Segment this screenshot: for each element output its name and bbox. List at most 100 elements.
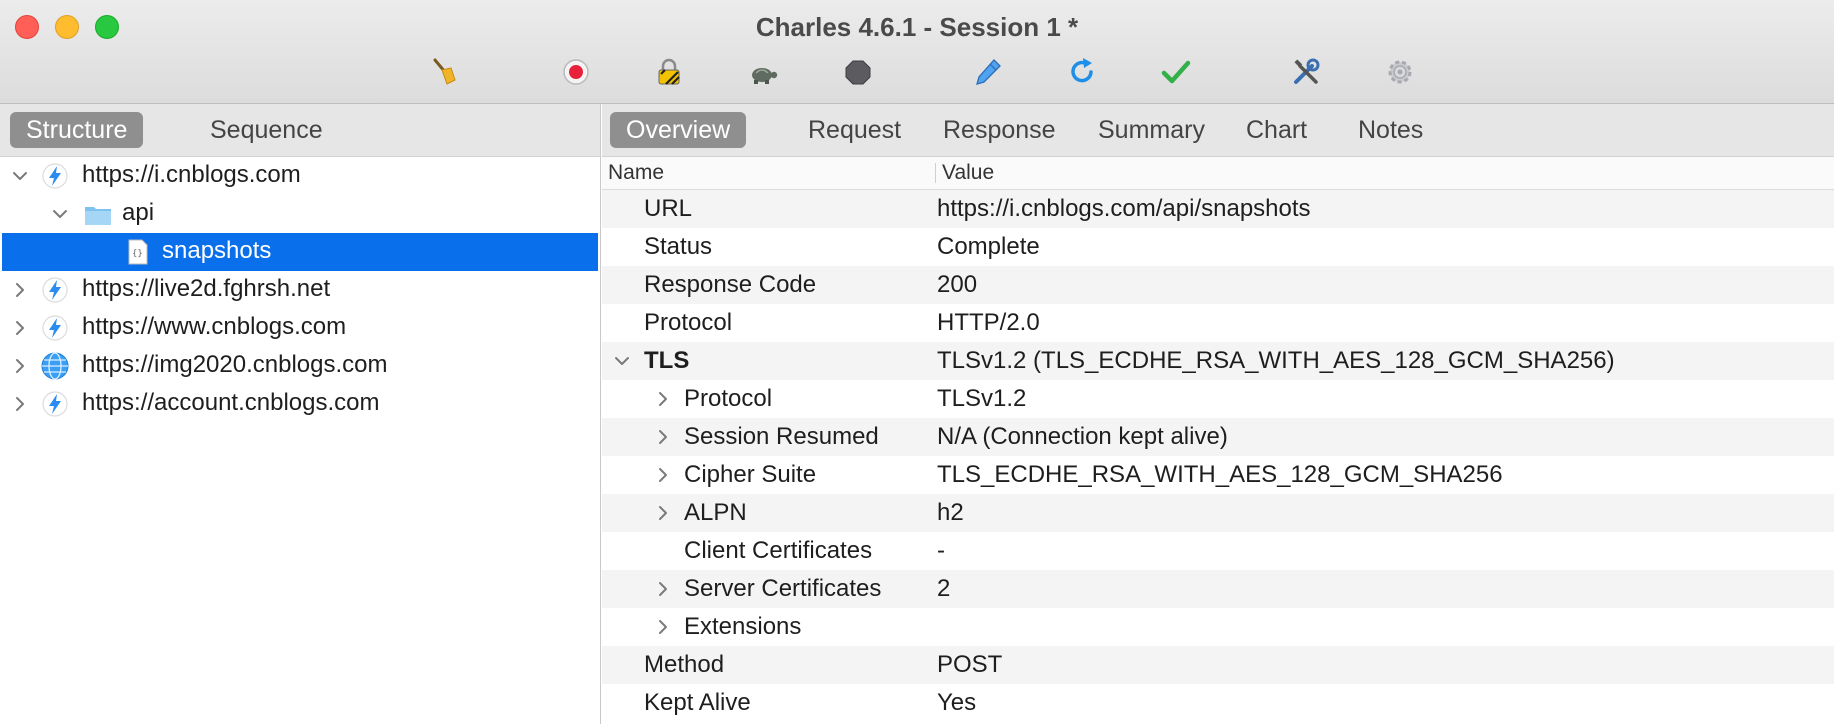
table-row[interactable]: Protocol HTTP/2.0 — [602, 304, 1834, 342]
tools-icon[interactable] — [1290, 56, 1322, 88]
tree-node-label: https://account.cnblogs.com — [82, 389, 380, 416]
row-name: TLS — [644, 347, 690, 374]
tree-node-label: https://i.cnblogs.com — [82, 161, 301, 188]
table-row[interactable]: Status Complete — [602, 228, 1834, 266]
overview-panel: Overview Request Response Summary Chart … — [602, 104, 1834, 724]
row-name: Extensions — [684, 613, 802, 640]
tab-overview[interactable]: Overview — [610, 112, 747, 148]
repeat-icon[interactable] — [1066, 56, 1098, 88]
globe-icon — [41, 352, 69, 380]
turtle-throttle-icon[interactable] — [747, 56, 779, 88]
row-value: TLSv1.2 — [937, 385, 1027, 412]
row-value: https://i.cnblogs.com/api/snapshots — [937, 195, 1311, 222]
lightning-icon — [41, 390, 69, 418]
folder-icon — [84, 200, 112, 228]
tree-node[interactable]: api — [0, 195, 598, 233]
table-row[interactable]: Session Resumed N/A (Connection kept ali… — [602, 418, 1834, 456]
right-tab-bar: Overview Request Response Summary Chart … — [602, 104, 1834, 157]
tree-node[interactable]: https://live2d.fghrsh.net — [0, 271, 598, 309]
table-row[interactable]: Extensions — [602, 608, 1834, 646]
table-row[interactable]: TLS TLSv1.2 (TLS_ECDHE_RSA_WITH_AES_128_… — [602, 342, 1834, 380]
tree-node-label: https://img2020.cnblogs.com — [82, 351, 388, 378]
row-name: Protocol — [644, 309, 733, 336]
table-row[interactable]: Protocol TLSv1.2 — [602, 380, 1834, 418]
chevron-right-icon[interactable] — [11, 357, 29, 375]
left-tab-bar: Structure Sequence — [0, 104, 600, 157]
table-row[interactable]: Response Code 200 — [602, 266, 1834, 304]
chevron-right-icon[interactable] — [654, 390, 672, 408]
row-name: Response Code — [644, 271, 817, 298]
tree-node-label: api — [122, 199, 155, 226]
broom-icon[interactable] — [429, 56, 461, 88]
chevron-right-icon[interactable] — [654, 580, 672, 598]
row-value: - — [937, 537, 945, 564]
window-title: Charles 4.6.1 - Session 1 * — [755, 12, 1079, 42]
column-divider[interactable] — [935, 163, 936, 183]
row-value: 200 — [937, 271, 978, 298]
tree-node-selected[interactable]: {} snapshots — [2, 233, 598, 271]
lightning-icon — [41, 162, 69, 190]
table-row[interactable]: Client Certificates - — [602, 532, 1834, 570]
column-name-header[interactable]: Name — [608, 161, 664, 185]
lightning-icon — [41, 314, 69, 342]
ssl-lock-icon[interactable] — [653, 56, 685, 88]
tree-node[interactable]: https://i.cnblogs.com — [0, 157, 598, 195]
chevron-right-icon[interactable] — [654, 466, 672, 484]
row-value: Yes — [937, 689, 977, 716]
chevron-right-icon[interactable] — [654, 428, 672, 446]
tree-node-label: snapshots — [162, 237, 272, 264]
row-name: URL — [644, 195, 693, 222]
structure-panel: Structure Sequence https://i.cnblogs.com — [0, 104, 601, 724]
tree-node[interactable]: https://img2020.cnblogs.com — [0, 347, 598, 385]
table-row[interactable]: Kept Alive Yes — [602, 684, 1834, 722]
row-name: Protocol — [684, 385, 773, 412]
row-value: h2 — [937, 499, 964, 526]
row-value: Complete — [937, 233, 1040, 260]
row-name: Kept Alive — [644, 689, 751, 716]
column-header: Name Value — [602, 157, 1834, 190]
settings-gear-icon[interactable] — [1384, 56, 1416, 88]
row-value: N/A (Connection kept alive) — [937, 423, 1228, 450]
row-name: Client Certificates — [684, 537, 873, 564]
column-value-header[interactable]: Value — [942, 161, 994, 185]
validate-check-icon[interactable] — [1160, 56, 1192, 88]
row-name: Session Resumed — [684, 423, 879, 450]
compose-pen-icon[interactable] — [972, 56, 1004, 88]
chevron-right-icon[interactable] — [11, 319, 29, 337]
row-name: Method — [644, 651, 725, 678]
json-file-icon: {} — [124, 238, 152, 266]
lightning-icon — [41, 276, 69, 304]
tab-sequence[interactable]: Sequence — [194, 112, 339, 148]
tab-summary[interactable]: Summary — [1082, 112, 1221, 148]
table-row[interactable]: Method POST — [602, 646, 1834, 684]
row-value: TLSv1.2 (TLS_ECDHE_RSA_WITH_AES_128_GCM_… — [937, 347, 1615, 374]
svg-text:{}: {} — [132, 249, 143, 259]
tab-structure[interactable]: Structure — [10, 112, 144, 148]
record-icon[interactable] — [560, 56, 592, 88]
tree-node[interactable]: https://account.cnblogs.com — [0, 385, 598, 423]
table-row[interactable]: URL https://i.cnblogs.com/api/snapshots — [602, 190, 1834, 228]
row-name: Server Certificates — [684, 575, 882, 602]
chevron-down-icon[interactable] — [51, 205, 69, 223]
chevron-down-icon[interactable] — [11, 167, 29, 185]
table-row[interactable]: Cipher Suite TLS_ECDHE_RSA_WITH_AES_128_… — [602, 456, 1834, 494]
stop-breakpoints-icon[interactable] — [842, 56, 874, 88]
chevron-right-icon[interactable] — [11, 395, 29, 413]
titlebar: Charles 4.6.1 - Session 1 * — [0, 0, 1834, 104]
tab-chart[interactable]: Chart — [1230, 112, 1323, 148]
table-row[interactable]: ALPN h2 — [602, 494, 1834, 532]
row-value: TLS_ECDHE_RSA_WITH_AES_128_GCM_SHA256 — [937, 461, 1503, 488]
row-value: POST — [937, 651, 1003, 678]
tree-node-label: https://www.cnblogs.com — [82, 313, 347, 340]
table-row[interactable]: Server Certificates 2 — [602, 570, 1834, 608]
row-name: Cipher Suite — [684, 461, 817, 488]
tree-node[interactable]: https://www.cnblogs.com — [0, 309, 598, 347]
charles-window: Charles 4.6.1 - Session 1 * Structure Se… — [0, 0, 1834, 724]
tab-response[interactable]: Response — [927, 112, 1072, 148]
tab-request[interactable]: Request — [792, 112, 917, 148]
chevron-right-icon[interactable] — [654, 504, 672, 522]
tab-notes[interactable]: Notes — [1342, 112, 1439, 148]
chevron-down-icon[interactable] — [613, 352, 631, 370]
chevron-right-icon[interactable] — [11, 281, 29, 299]
chevron-right-icon[interactable] — [654, 618, 672, 636]
